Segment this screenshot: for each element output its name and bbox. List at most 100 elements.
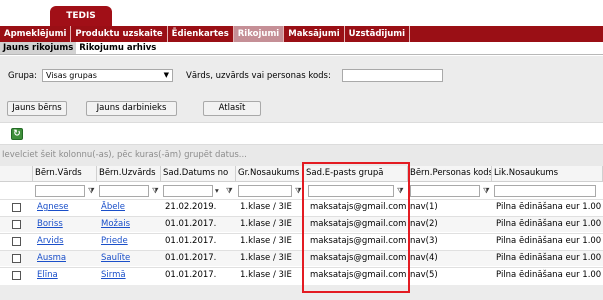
menu-apmeklejumi[interactable]: Apmeklējumi bbox=[0, 26, 72, 42]
menu-produktu-uzskaite[interactable]: Produktu uzskaite bbox=[71, 26, 168, 42]
table-row[interactable]: Elīna Sirmā 01.01.2017. 1.klase / 3IE ma… bbox=[0, 267, 603, 283]
group-label: Grupa: bbox=[8, 71, 37, 81]
row-checkbox[interactable] bbox=[12, 220, 21, 229]
refresh-icon[interactable]: ↻ bbox=[11, 128, 23, 140]
search-input[interactable] bbox=[342, 69, 443, 82]
first-name-link[interactable]: Boriss bbox=[35, 217, 63, 233]
table-row[interactable]: Boriss Možais 01.01.2017. 1.klase / 3IE … bbox=[0, 216, 603, 232]
filter-email: ⧩ bbox=[304, 183, 408, 197]
first-name-link[interactable]: Arvids bbox=[35, 234, 64, 250]
table-row[interactable]: Ausma Saulīte 01.01.2017. 1.klase / 3IE … bbox=[0, 250, 603, 266]
filter-last-name: ⧩ bbox=[97, 183, 161, 197]
group-select[interactable]: Visas grupas ▼ bbox=[42, 69, 173, 82]
filter-first-name-input[interactable] bbox=[35, 185, 85, 197]
header-checkbox bbox=[0, 166, 33, 182]
email-cell: maksatajs@gmail.com bbox=[310, 253, 407, 263]
menu-rikojumi[interactable]: Rikojumi bbox=[233, 26, 285, 42]
filter-icon[interactable]: ⧩ bbox=[483, 186, 490, 196]
filter-group: ⧩ bbox=[236, 183, 304, 197]
personal-code-cell: nav(1) bbox=[410, 202, 438, 212]
row-checkbox[interactable] bbox=[12, 254, 21, 263]
filter-icon[interactable]: ⧩ bbox=[152, 186, 159, 196]
header-first-name[interactable]: Bērn.Vārds bbox=[33, 166, 97, 182]
menu-maksajumi[interactable]: Maksājumi bbox=[284, 26, 345, 42]
filter-personal-code: ⧩ bbox=[408, 183, 492, 197]
group-select-value: Visas grupas bbox=[46, 71, 97, 80]
filter-last-name-input[interactable] bbox=[99, 185, 149, 197]
new-child-button[interactable]: Jauns bērns bbox=[7, 101, 67, 116]
header-group-name[interactable]: Gr.Nosaukums bbox=[236, 166, 304, 182]
submenu: Jauns rikojums Rikojumu arhivs bbox=[0, 42, 603, 55]
personal-code-cell: nav(4) bbox=[410, 253, 438, 263]
last-name-link[interactable]: Priede bbox=[99, 234, 128, 250]
select-button[interactable]: Atlasīt bbox=[203, 101, 261, 116]
first-name-link[interactable]: Ausma bbox=[35, 251, 66, 267]
first-name-link[interactable]: Elīna bbox=[35, 268, 58, 284]
filter-icon[interactable]: ⧩ bbox=[397, 186, 404, 196]
submenu-rikojumu-arhivs[interactable]: Rikojumu arhivs bbox=[76, 42, 159, 54]
last-name-link[interactable]: Saulīte bbox=[99, 251, 130, 267]
email-cell: maksatajs@gmail.com bbox=[310, 270, 407, 280]
email-cell: maksatajs@gmail.com bbox=[310, 219, 407, 229]
group-drop-area[interactable]: Ievelciet šeit kolonnu(-as), pēc kuras(-… bbox=[0, 145, 603, 166]
email-cell: maksatajs@gmail.com bbox=[310, 202, 407, 212]
law-cell: Pilna ēdināšana eur 1.00 bbox=[496, 236, 602, 246]
filter-icon[interactable]: ⧩ bbox=[295, 186, 302, 196]
last-name-link[interactable]: Možais bbox=[99, 217, 130, 233]
group-cell: 1.klase / 3IE bbox=[240, 253, 292, 263]
filter-date-input[interactable] bbox=[163, 185, 213, 197]
filter-email-input[interactable] bbox=[308, 185, 394, 197]
personal-code-cell: nav(5) bbox=[410, 270, 438, 280]
header-date-from[interactable]: Sad.Datums no bbox=[161, 166, 236, 182]
date-cell: 01.01.2017. bbox=[165, 236, 217, 246]
calendar-dropdown-icon[interactable]: ▾ bbox=[215, 186, 219, 195]
group-cell: 1.klase / 3IE bbox=[240, 219, 292, 229]
date-cell: 01.01.2017. bbox=[165, 219, 217, 229]
row-checkbox[interactable] bbox=[12, 237, 21, 246]
law-cell: Pilna ēdināšana eur 1.00 bbox=[496, 202, 602, 212]
last-name-link[interactable]: Sirmā bbox=[99, 268, 126, 284]
filter-first-name: ⧩ bbox=[33, 183, 97, 197]
menu-uzstadijumi[interactable]: Uzstādījumi bbox=[345, 26, 411, 42]
table-row[interactable]: Arvids Priede 01.01.2017. 1.klase / 3IE … bbox=[0, 233, 603, 249]
law-cell: Pilna ēdināšana eur 1.00 bbox=[496, 253, 602, 263]
row-checkbox[interactable] bbox=[12, 271, 21, 280]
date-cell: 01.01.2017. bbox=[165, 253, 217, 263]
search-label: Vārds, uzvārds vai personas kods: bbox=[186, 71, 331, 81]
table-row[interactable]: Agnese Ābele 21.02.2019. 1.klase / 3IE m… bbox=[0, 199, 603, 215]
filter-law-input[interactable] bbox=[494, 185, 596, 197]
personal-code-cell: nav(3) bbox=[410, 236, 438, 246]
filter-group-input[interactable] bbox=[238, 185, 292, 197]
group-cell: 1.klase / 3IE bbox=[240, 270, 292, 280]
new-employee-button[interactable]: Jauns darbinieks bbox=[86, 101, 177, 116]
law-cell: Pilna ēdināšana eur 1.00 bbox=[496, 270, 602, 280]
filter-personal-code-input[interactable] bbox=[410, 185, 480, 197]
last-name-link[interactable]: Ābele bbox=[99, 200, 125, 216]
email-cell: maksatajs@gmail.com bbox=[310, 236, 407, 246]
group-cell: 1.klase / 3IE bbox=[240, 236, 292, 246]
personal-code-cell: nav(2) bbox=[410, 219, 438, 229]
filter-date: ▾ ⧩ bbox=[161, 183, 236, 197]
filter-panel: Grupa: Visas grupas ▼ Vārds, uzvārds vai… bbox=[0, 56, 603, 94]
submenu-jauns-rikojums[interactable]: Jauns rikojums bbox=[0, 42, 77, 54]
chevron-down-icon: ▼ bbox=[163, 71, 169, 79]
filter-icon[interactable]: ⧩ bbox=[226, 186, 233, 196]
row-checkbox[interactable] bbox=[12, 203, 21, 212]
toolbar: ↻ bbox=[0, 122, 603, 145]
date-cell: 01.01.2017. bbox=[165, 270, 217, 280]
horizontal-scrollbar[interactable] bbox=[0, 285, 603, 300]
header-law-name[interactable]: Lik.Nosaukums bbox=[492, 166, 603, 182]
menu-edienkartes[interactable]: Ēdienkartes bbox=[168, 26, 234, 42]
group-cell: 1.klase / 3IE bbox=[240, 202, 292, 212]
filter-icon[interactable]: ⧩ bbox=[88, 186, 95, 196]
first-name-link[interactable]: Agnese bbox=[35, 200, 69, 216]
app-title: TEDIS bbox=[50, 6, 112, 26]
header-email[interactable]: Sad.E-pasts grupā bbox=[304, 166, 408, 182]
main-menu: Apmeklējumi Produktu uzskaite Ēdienkarte… bbox=[0, 26, 603, 42]
law-cell: Pilna ēdināšana eur 1.00 bbox=[496, 219, 602, 229]
header-last-name[interactable]: Bērn.Uzvārds bbox=[97, 166, 161, 182]
button-row: Jauns bērns Jauns darbinieks Atlasīt bbox=[0, 94, 603, 122]
header-personal-code[interactable]: Bērn.Personas kods bbox=[408, 166, 492, 182]
filter-law bbox=[492, 183, 603, 197]
date-cell: 21.02.2019. bbox=[165, 202, 217, 212]
